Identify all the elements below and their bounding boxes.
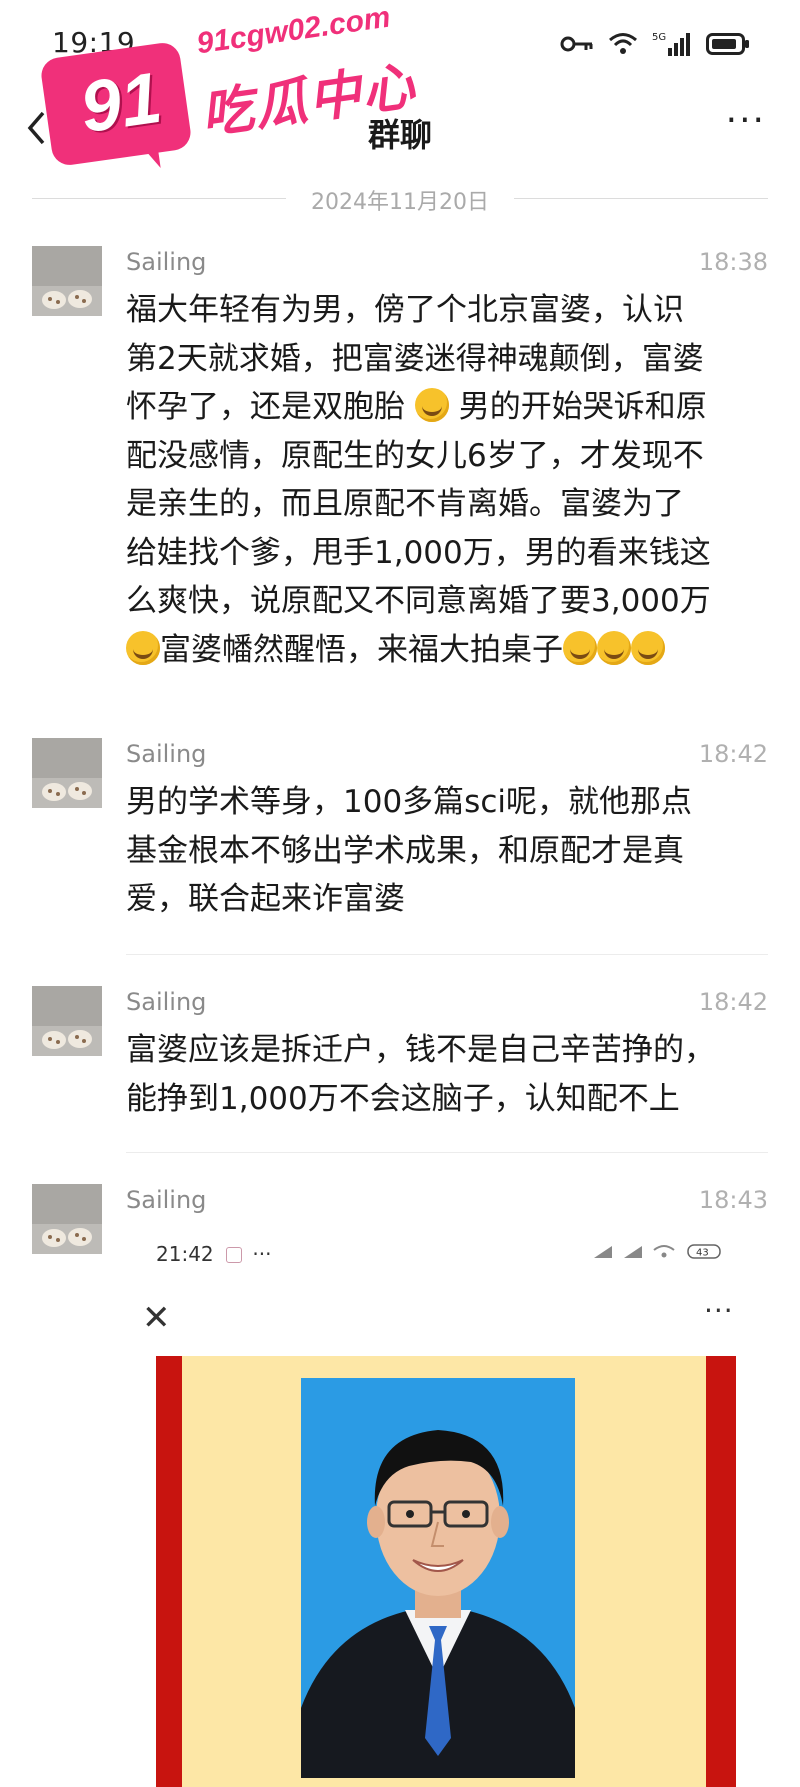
app-notification-icon: [226, 1247, 242, 1263]
message-line: 么爽快，说原配又不同意离婚了要3,000万: [126, 583, 711, 619]
avatar-image: [32, 1184, 102, 1254]
message-divider: [126, 954, 768, 955]
message-sender: Sailing: [126, 988, 207, 1016]
certificate-photo-frame[interactable]: [156, 1356, 736, 1787]
frame-red-left: [156, 1356, 182, 1787]
status-icons: 5G: [560, 30, 750, 58]
message-line: 能挣到1,000万不会这脑子，认知配不上: [126, 1080, 680, 1117]
crying-laughing-emoji-icon: [597, 630, 631, 665]
message-text[interactable]: 富婆应该是拆迁户，钱不是自己辛苦挣的， 能挣到1,000万不会这脑子，认知配不上: [126, 1026, 776, 1123]
close-icon[interactable]: ✕: [142, 1298, 171, 1338]
message-line: 基金根本不够出学术成果，和原配才是真: [126, 832, 684, 869]
message-sender: Sailing: [126, 1186, 207, 1214]
message-line: 爱，联合起来诈富婆: [126, 881, 405, 917]
message-text[interactable]: 福大年轻有为男，傍了个北京富婆，认识 第2天就求婚，把富婆迷得神魂颠倒，富婆 怀…: [126, 286, 776, 674]
message-sender: Sailing: [126, 740, 207, 768]
wifi-icon: [609, 33, 637, 54]
message-line: 第2天就求婚，把富婆迷得神魂颠倒，富婆: [126, 340, 704, 377]
message-time: 18:42: [698, 988, 768, 1016]
embedded-status-time: 21:42 ···: [156, 1242, 272, 1266]
message-line: 配没感情，原配生的女儿6岁了，才发现不: [126, 437, 704, 474]
message-time: 18:42: [698, 740, 768, 768]
svg-text:5G: 5G: [652, 32, 666, 43]
message-time: 18:38: [698, 248, 768, 276]
message-divider: [126, 1152, 768, 1153]
message-line: 给娃找个爹，甩手1,000万，男的看来钱这: [126, 534, 711, 571]
date-separator: 2024年11月20日: [311, 190, 489, 215]
message-line: 福大年轻有为男，傍了个北京富婆，认识: [126, 292, 684, 328]
message-line: 富婆幡然醒悟，来福大拍桌子: [126, 626, 776, 675]
message-line: 富婆应该是拆迁户，钱不是自己辛苦挣的，: [126, 1032, 715, 1068]
battery-icon: [706, 33, 749, 55]
embedded-signal-icon: 43: [594, 1244, 721, 1259]
frame-red-right: [706, 1356, 736, 1787]
message-line: 是亲生的，而且原配不肯离婚。富婆为了: [126, 486, 684, 522]
signal-5g-icon: 5G: [652, 32, 690, 56]
avatar-image: [32, 246, 102, 316]
embedded-status-icons: 43: [588, 1240, 728, 1266]
more-options-button[interactable]: ···: [726, 100, 766, 141]
message-sender: Sailing: [126, 248, 207, 276]
portrait-photo: [301, 1378, 575, 1778]
crying-laughing-emoji-icon: [126, 630, 160, 665]
key-icon: [560, 36, 593, 52]
portrait-image: [301, 1378, 575, 1778]
avatar[interactable]: [32, 246, 102, 316]
date-divider-right: [514, 198, 768, 199]
crying-laughing-emoji-icon: [631, 630, 665, 665]
svg-text:43: 43: [696, 1248, 709, 1259]
laughing-emoji-icon: [414, 388, 449, 422]
embedded-more-button[interactable]: ···: [704, 1294, 734, 1327]
message-text[interactable]: 男的学术等身，100多篇sci呢，就他那点 基金根本不够出学术成果，和原配才是真…: [126, 778, 776, 924]
avatar[interactable]: [32, 1184, 102, 1254]
message-line: 怀孕了，还是双胞胎 男的开始哭诉和原: [126, 388, 707, 425]
avatar[interactable]: [32, 738, 102, 808]
message-line: 男的学术等身，100多篇sci呢，就他那点: [126, 784, 692, 820]
message-time: 18:43: [698, 1186, 768, 1214]
page-title: 群聊: [367, 116, 432, 154]
avatar[interactable]: [32, 986, 102, 1056]
crying-laughing-emoji-icon: [563, 630, 597, 665]
avatar-image: [32, 986, 102, 1056]
avatar-image: [32, 738, 102, 808]
